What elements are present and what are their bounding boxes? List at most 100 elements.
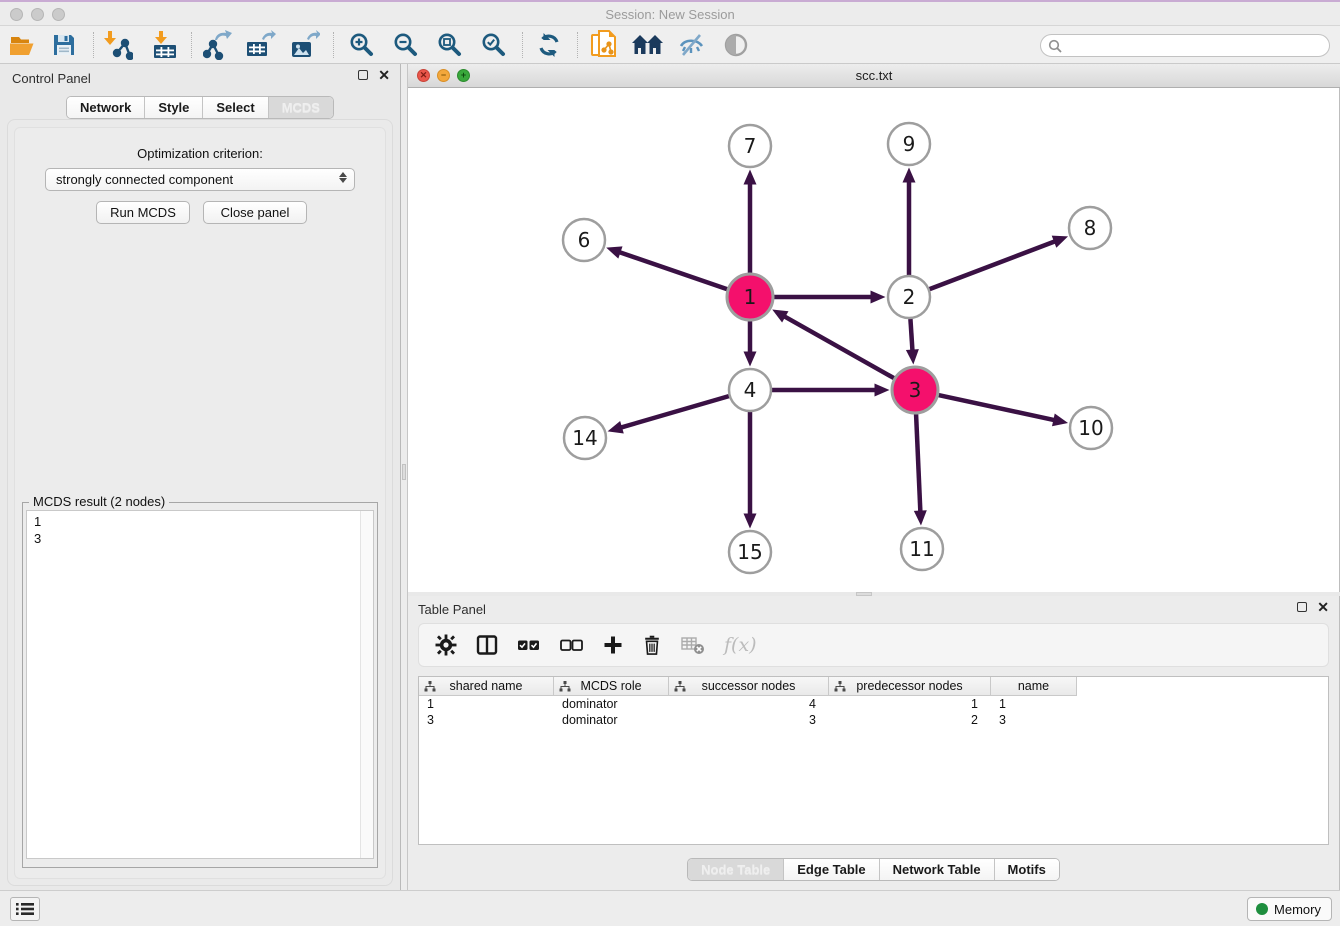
close-panel-icon[interactable]: ✕ <box>378 70 390 80</box>
optimization-criterion-select[interactable]: strongly connected component <box>45 168 355 191</box>
show-panels-icon[interactable] <box>719 30 753 60</box>
function-builder-icon[interactable]: f(x) <box>724 634 757 656</box>
table-cell[interactable]: 1 <box>991 696 1077 712</box>
control-panel: Control Panel ✕ NetworkStyleSelectMCDS O… <box>0 64 400 890</box>
tab-node-table[interactable]: Node Table <box>688 859 783 880</box>
table-row-2[interactable]: 3dominator323 <box>419 712 1328 728</box>
table-cell[interactable]: 3 <box>991 712 1077 728</box>
column-header-MCDS-role[interactable]: MCDS role <box>554 677 669 696</box>
export-image-icon[interactable] <box>288 30 322 60</box>
tab-style[interactable]: Style <box>144 97 202 118</box>
mcds-result-values: 1 3 <box>34 514 41 546</box>
toolbar-separator <box>93 32 94 58</box>
table-cell[interactable]: 2 <box>829 712 991 728</box>
column-header-successor-nodes[interactable]: successor nodes <box>669 677 829 696</box>
tab-edge-table[interactable]: Edge Table <box>783 859 878 880</box>
mcds-panel: Optimization criterion: strongly connect… <box>7 119 393 886</box>
table-row-1[interactable]: 1dominator411 <box>419 696 1328 712</box>
graph-edge-2-8[interactable] <box>930 241 1056 289</box>
graph-edge-2-3[interactable] <box>910 319 912 352</box>
graph-node-label-6: 6 <box>578 228 591 252</box>
home-icon[interactable] <box>631 30 665 60</box>
column-header-shared-name[interactable]: shared name <box>419 677 554 696</box>
close-table-panel-icon[interactable]: ✕ <box>1317 602 1329 612</box>
selected-criterion: strongly connected component <box>56 172 233 187</box>
zoom-selected-icon[interactable] <box>477 30 511 60</box>
status-bar: Memory <box>0 890 1340 926</box>
column-header-predecessor-nodes[interactable]: predecessor nodes <box>829 677 991 696</box>
memory-label: Memory <box>1274 902 1321 917</box>
result-scrollbar[interactable] <box>360 511 373 858</box>
table-panel-title: Table Panel <box>418 602 486 617</box>
graph-edge-arrow-4-15 <box>744 514 757 529</box>
tab-mcds[interactable]: MCDS <box>268 97 333 118</box>
graph-edge-1-6[interactable] <box>619 252 728 289</box>
network-window-title: scc.txt <box>408 68 1340 83</box>
graph-edge-4-14[interactable] <box>620 396 729 428</box>
export-table-icon[interactable] <box>244 30 278 60</box>
graph-node-label-3: 3 <box>909 378 922 402</box>
table-cell[interactable]: dominator <box>554 712 669 728</box>
table-tabs: Node TableEdge TableNetwork TableMotifs <box>408 858 1339 881</box>
graph-edge-arrow-1-2 <box>871 291 886 304</box>
table-cell[interactable]: dominator <box>554 696 669 712</box>
mcds-result-title: MCDS result (2 nodes) <box>29 494 169 509</box>
table-toolbar: f(x) <box>418 623 1329 667</box>
network-from-file-icon[interactable] <box>587 30 621 60</box>
close-panel-button[interactable]: Close panel <box>203 201 307 224</box>
graph-edge-3-10[interactable] <box>938 395 1055 420</box>
delete-column-icon[interactable] <box>642 634 662 656</box>
save-session-icon[interactable] <box>47 30 81 60</box>
graph-node-label-8: 8 <box>1084 216 1097 240</box>
graph-edge-arrow-3-10 <box>1052 414 1068 427</box>
column-header-name[interactable]: name <box>991 677 1077 696</box>
zoom-in-icon[interactable] <box>345 30 379 60</box>
graph-edge-arrow-2-3 <box>906 349 919 364</box>
run-mcds-button[interactable]: Run MCDS <box>96 201 190 224</box>
graph-edge-arrow-1-4 <box>744 352 757 367</box>
tab-network[interactable]: Network <box>67 97 144 118</box>
search-icon <box>1048 39 1062 53</box>
vertical-splitter-handle[interactable] <box>402 464 406 480</box>
select-stepper-icon <box>339 172 347 183</box>
search-field[interactable] <box>1040 34 1330 57</box>
add-column-icon[interactable] <box>603 635 623 655</box>
control-panel-header: Control Panel ✕ <box>0 64 400 90</box>
import-table-icon[interactable] <box>148 30 182 60</box>
table-cell[interactable]: 1 <box>419 696 554 712</box>
control-panel-tabs: NetworkStyleSelectMCDS <box>0 96 400 119</box>
task-history-button[interactable] <box>10 897 40 921</box>
table-cell[interactable]: 3 <box>419 712 554 728</box>
table-cell[interactable]: 4 <box>669 696 829 712</box>
delete-table-icon[interactable] <box>681 635 705 655</box>
float-panel-icon[interactable] <box>358 70 368 80</box>
zoom-fit-icon[interactable] <box>433 30 467 60</box>
tab-network-table[interactable]: Network Table <box>879 859 994 880</box>
graph-edge-3-1[interactable] <box>784 316 895 378</box>
memory-status-icon <box>1256 903 1268 915</box>
vertical-splitter[interactable] <box>400 64 408 890</box>
graph-node-label-10: 10 <box>1078 416 1103 440</box>
deselect-all-rows-icon[interactable] <box>560 636 584 654</box>
tab-select[interactable]: Select <box>202 97 267 118</box>
hide-panels-icon[interactable] <box>675 30 709 60</box>
graph-node-label-14: 14 <box>572 426 597 450</box>
network-canvas[interactable]: 7968124314101511 <box>408 88 1340 592</box>
graph-edge-3-11[interactable] <box>916 414 920 513</box>
show-columns-icon[interactable] <box>476 634 498 656</box>
tab-motifs[interactable]: Motifs <box>994 859 1059 880</box>
import-network-icon[interactable] <box>101 30 135 60</box>
float-table-panel-icon[interactable] <box>1297 602 1307 612</box>
select-all-rows-icon[interactable] <box>517 636 541 654</box>
memory-button[interactable]: Memory <box>1247 897 1332 921</box>
export-network-icon[interactable] <box>201 30 235 60</box>
zoom-out-icon[interactable] <box>389 30 423 60</box>
search-input[interactable] <box>1066 39 1329 53</box>
open-session-icon[interactable] <box>5 30 39 60</box>
column-settings-icon[interactable] <box>435 634 457 656</box>
table-cell[interactable]: 1 <box>829 696 991 712</box>
table-cell[interactable]: 3 <box>669 712 829 728</box>
graph-edge-arrow-3-11 <box>914 510 927 525</box>
refresh-view-icon[interactable] <box>532 30 566 60</box>
mcds-result-textarea[interactable]: 1 3 <box>26 510 374 859</box>
